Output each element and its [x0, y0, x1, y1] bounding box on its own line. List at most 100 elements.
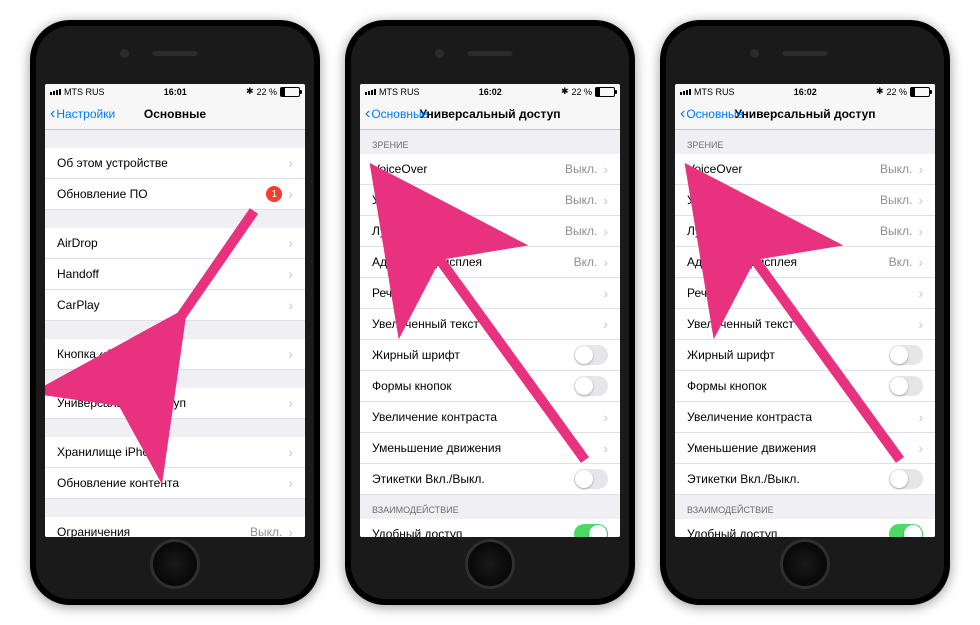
cell-zoom[interactable]: УвеличениеВыкл.›: [360, 185, 620, 216]
clock: 16:01: [164, 87, 187, 97]
signal-icon: [365, 89, 376, 95]
chevron-right-icon: ›: [603, 254, 608, 270]
carrier: MTS RUS: [64, 87, 105, 97]
chevron-right-icon: ›: [918, 161, 923, 177]
bluetooth-icon: ✱: [876, 86, 884, 97]
cell-zoom[interactable]: УвеличениеВыкл.›: [675, 185, 935, 216]
cell-on-off-labels[interactable]: Этикетки Вкл./Выкл.: [675, 464, 935, 495]
chevron-right-icon: ›: [918, 409, 923, 425]
cell-reduce-motion[interactable]: Уменьшение движения›: [675, 433, 935, 464]
toggle-button-shapes[interactable]: [574, 376, 608, 396]
cell-larger-text[interactable]: Увеличенный текст›: [360, 309, 620, 340]
cell-button-shapes[interactable]: Формы кнопок: [675, 371, 935, 402]
clock: 16:02: [479, 87, 502, 97]
clock: 16:02: [794, 87, 817, 97]
cell-storage[interactable]: Хранилище iPhone›: [45, 437, 305, 468]
cell-button-shapes[interactable]: Формы кнопок: [360, 371, 620, 402]
status-bar: MTS RUS 16:02 ✱ 22 %: [360, 84, 620, 99]
battery-icon: [910, 87, 930, 97]
cell-display-accommodations[interactable]: Адаптация дисплеяВкл.›: [360, 247, 620, 278]
toggle-on-off-labels[interactable]: [889, 469, 923, 489]
back-button[interactable]: ‹ Основные: [365, 107, 428, 121]
chevron-right-icon: ›: [288, 266, 293, 282]
cell-accessibility[interactable]: Универсальный доступ›: [45, 388, 305, 419]
cell-increase-contrast[interactable]: Увеличение контраста›: [360, 402, 620, 433]
home-button[interactable]: [150, 539, 200, 589]
chevron-left-icon: ‹: [365, 108, 370, 120]
cell-voiceover[interactable]: VoiceOverВыкл.›: [360, 154, 620, 185]
cell-about[interactable]: Об этом устройстве›: [45, 148, 305, 179]
screen-accessibility: MTS RUS 16:02 ✱ 22 % ‹ Основные Универса…: [360, 84, 620, 537]
back-button[interactable]: ‹ Настройки: [50, 107, 115, 121]
toggle-reachability[interactable]: [889, 524, 923, 537]
chevron-right-icon: ›: [918, 316, 923, 332]
cell-increase-contrast[interactable]: Увеличение контраста›: [675, 402, 935, 433]
nav-bar: ‹ Основные Универсальный доступ: [360, 99, 620, 130]
cell-reachability[interactable]: Удобный доступ: [675, 519, 935, 537]
cell-software-update[interactable]: Обновление ПО1›: [45, 179, 305, 210]
status-bar: MTS RUS 16:02 ✱ 22 %: [675, 84, 935, 99]
battery-icon: [280, 87, 300, 97]
back-label: Основные: [686, 107, 743, 121]
chevron-right-icon: ›: [918, 192, 923, 208]
chevron-right-icon: ›: [288, 444, 293, 460]
toggle-button-shapes[interactable]: [889, 376, 923, 396]
bluetooth-icon: ✱: [561, 86, 569, 97]
cell-airdrop[interactable]: AirDrop›: [45, 228, 305, 259]
chevron-right-icon: ›: [603, 409, 608, 425]
section-interaction: ВЗАИМОДЕЙСТВИЕ: [675, 495, 935, 519]
cell-magnifier[interactable]: ЛупаВыкл.›: [360, 216, 620, 247]
cell-home-button[interactable]: Кнопка «Домой»›: [45, 339, 305, 370]
chevron-right-icon: ›: [603, 316, 608, 332]
battery-pct: 22 %: [571, 87, 592, 97]
chevron-right-icon: ›: [603, 192, 608, 208]
section-vision: ЗРЕНИЕ: [675, 130, 935, 154]
carrier: MTS RUS: [694, 87, 735, 97]
cell-carplay[interactable]: CarPlay›: [45, 290, 305, 321]
toggle-on-off-labels[interactable]: [574, 469, 608, 489]
page-title: Универсальный доступ: [734, 107, 875, 121]
chevron-right-icon: ›: [918, 254, 923, 270]
section-interaction: ВЗАИМОДЕЙСТВИЕ: [360, 495, 620, 519]
cell-display-accommodations[interactable]: Адаптация дисплеяВкл.›: [675, 247, 935, 278]
chevron-right-icon: ›: [603, 161, 608, 177]
home-button[interactable]: [465, 539, 515, 589]
cell-background-refresh[interactable]: Обновление контента›: [45, 468, 305, 499]
chevron-left-icon: ‹: [50, 108, 55, 120]
cell-on-off-labels[interactable]: Этикетки Вкл./Выкл.: [360, 464, 620, 495]
back-label: Настройки: [56, 107, 115, 121]
chevron-right-icon: ›: [918, 223, 923, 239]
phone-2: MTS RUS 16:02 ✱ 22 % ‹ Основные Универса…: [345, 20, 635, 605]
cell-magnifier[interactable]: ЛупаВыкл.›: [675, 216, 935, 247]
cell-bold-text[interactable]: Жирный шрифт: [675, 340, 935, 371]
carrier: MTS RUS: [379, 87, 420, 97]
chevron-right-icon: ›: [288, 186, 293, 202]
cell-speech[interactable]: Речь›: [360, 278, 620, 309]
cell-bold-text[interactable]: Жирный шрифт: [360, 340, 620, 371]
cell-reachability[interactable]: Удобный доступ: [360, 519, 620, 537]
home-button[interactable]: [780, 539, 830, 589]
phone-1: MTS RUS 16:01 ✱ 22 % ‹ Настройки Основны…: [30, 20, 320, 605]
page-title: Основные: [144, 107, 206, 121]
battery-pct: 22 %: [886, 87, 907, 97]
cell-restrictions[interactable]: ОграниченияВыкл.›: [45, 517, 305, 537]
nav-bar: ‹ Основные Универсальный доступ: [675, 99, 935, 130]
cell-voiceover[interactable]: VoiceOverВыкл.›: [675, 154, 935, 185]
chevron-left-icon: ‹: [680, 108, 685, 120]
screen-general: MTS RUS 16:01 ✱ 22 % ‹ Настройки Основны…: [45, 84, 305, 537]
back-button[interactable]: ‹ Основные: [680, 107, 743, 121]
toggle-bold-text[interactable]: [889, 345, 923, 365]
chevron-right-icon: ›: [288, 235, 293, 251]
cell-handoff[interactable]: Handoff›: [45, 259, 305, 290]
chevron-right-icon: ›: [918, 285, 923, 301]
screen-accessibility: MTS RUS 16:02 ✱ 22 % ‹ Основные Универса…: [675, 84, 935, 537]
chevron-right-icon: ›: [288, 524, 293, 537]
phone-3: MTS RUS 16:02 ✱ 22 % ‹ Основные Универса…: [660, 20, 950, 605]
toggle-reachability[interactable]: [574, 524, 608, 537]
toggle-bold-text[interactable]: [574, 345, 608, 365]
cell-speech[interactable]: Речь›: [675, 278, 935, 309]
cell-larger-text[interactable]: Увеличенный текст›: [675, 309, 935, 340]
chevron-right-icon: ›: [288, 475, 293, 491]
cell-reduce-motion[interactable]: Уменьшение движения›: [360, 433, 620, 464]
battery-pct: 22 %: [256, 87, 277, 97]
